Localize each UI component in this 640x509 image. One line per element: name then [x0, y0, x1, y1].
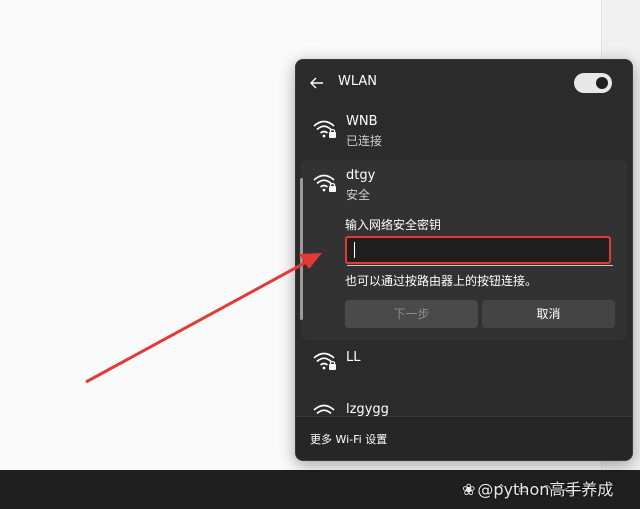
wifi-icon: [313, 404, 335, 415]
network-status: 安全: [346, 188, 371, 202]
wifi-secured-icon: [313, 352, 336, 370]
network-name: lzgygg: [346, 402, 389, 416]
network-name: LL: [346, 350, 361, 365]
password-label: 输入网络安全密钥: [345, 218, 442, 232]
network-name: dtgy: [346, 168, 376, 183]
watermark-text: @python高手养成: [477, 480, 614, 499]
toggle-knob: [596, 77, 608, 89]
watermark: ❀ @python高手养成: [462, 476, 613, 500]
back-arrow-icon[interactable]: [308, 74, 326, 92]
network-status: 已连接: [346, 134, 383, 148]
more-wifi-settings-link[interactable]: 更多 Wi-Fi 设置: [310, 431, 387, 447]
input-underline: [347, 265, 613, 266]
network-item-dtgy[interactable]: dtgy 安全: [296, 164, 632, 208]
wlan-toggle[interactable]: [574, 73, 612, 93]
next-button[interactable]: 下一步: [345, 300, 478, 328]
password-input[interactable]: [345, 236, 611, 264]
panel-title: WLAN: [338, 74, 378, 89]
cancel-button[interactable]: 取消: [482, 300, 615, 328]
paw-icon: ❀: [462, 480, 476, 499]
panel-header: WLAN: [296, 60, 632, 106]
network-item-wnb[interactable]: WNB 已连接: [296, 110, 632, 156]
wifi-flyout-panel: WLAN WNB 已连接 dtgy 安全 输入网络安全密钥 也可以通过按路由器上…: [295, 59, 633, 461]
wps-hint-text: 也可以通过按路由器上的按钮连接。: [345, 274, 538, 288]
panel-footer: 更多 Wi-Fi 设置: [296, 416, 632, 460]
network-item-ll[interactable]: LL: [296, 344, 632, 384]
wifi-secured-icon: [313, 120, 336, 138]
network-item-lzgygg[interactable]: lzgygg: [296, 396, 632, 416]
text-caret: [354, 242, 355, 258]
wifi-secured-icon: [313, 174, 336, 192]
network-name: WNB: [346, 114, 378, 129]
